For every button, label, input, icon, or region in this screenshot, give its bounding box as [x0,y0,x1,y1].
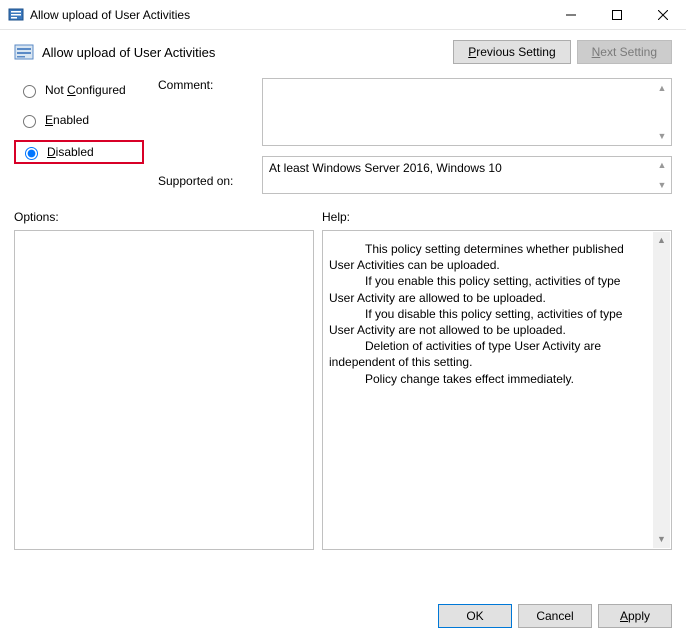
radio-enabled-input[interactable] [23,115,36,128]
minimize-button[interactable] [548,0,594,29]
supported-on-label: Supported on: [158,174,248,188]
cancel-button[interactable]: Cancel [518,604,592,628]
scroll-up-icon[interactable]: ▲ [653,232,670,249]
radio-not-configured[interactable]: Not Configured [14,80,144,100]
maximize-button[interactable] [594,0,640,29]
field-values: ▲ ▼ At least Windows Server 2016, Window… [262,78,672,194]
lower-panels: Options: Help: This policy setting deter… [0,210,686,550]
previous-setting-button[interactable]: Previous Setting [453,40,570,64]
radio-not-configured-input[interactable] [23,85,36,98]
help-panel: This policy setting determines whether p… [322,230,672,550]
help-p3: If you disable this policy setting, acti… [329,306,647,338]
apply-button[interactable]: Apply [598,604,672,628]
radio-enabled-label: Enabled [45,113,89,127]
state-block: Not Configured Enabled Disabled Comment:… [14,78,672,194]
radio-disabled-input[interactable] [25,147,38,160]
scroll-up-icon: ▲ [654,158,670,172]
help-column: Help: This policy setting determines whe… [322,210,672,550]
state-radios: Not Configured Enabled Disabled [14,78,144,194]
window-buttons [548,0,686,29]
window-title: Allow upload of User Activities [30,8,548,22]
scroll-down-icon: ▼ [654,178,670,192]
help-p5: Policy change takes effect immediately. [329,371,647,387]
help-p2: If you enable this policy setting, activ… [329,273,647,305]
next-setting-button: Next Setting [577,40,672,64]
close-button[interactable] [640,0,686,29]
comment-textarea[interactable]: ▲ ▼ [262,78,672,146]
content-area: Allow upload of User Activities Previous… [0,30,686,194]
ok-button[interactable]: OK [438,604,512,628]
options-column: Options: [14,210,314,550]
options-panel [14,230,314,550]
comment-label: Comment: [158,78,248,92]
scrollbar-track[interactable] [653,232,670,548]
radio-disabled[interactable]: Disabled [14,140,144,164]
help-p1: This policy setting determines whether p… [329,241,647,273]
supported-on-field: At least Windows Server 2016, Windows 10… [262,156,672,194]
policy-header: Allow upload of User Activities Previous… [14,40,672,64]
help-label: Help: [322,210,672,224]
policy-icon [14,42,34,62]
radio-disabled-label: Disabled [47,145,94,159]
dialog-footer: OK Cancel Apply [438,604,672,628]
policy-title: Allow upload of User Activities [42,45,453,60]
nav-buttons: Previous Setting Next Setting [453,40,672,64]
titlebar: Allow upload of User Activities [0,0,686,30]
help-p4: Deletion of activities of type User Acti… [329,338,647,370]
radio-not-configured-label: Not Configured [45,83,126,97]
radio-enabled[interactable]: Enabled [14,110,144,130]
field-labels: Comment: Supported on: [158,78,248,194]
scroll-down-icon[interactable]: ▼ [653,531,670,548]
scroll-up-icon[interactable]: ▲ [654,80,670,96]
app-icon [8,7,24,23]
options-label: Options: [14,210,314,224]
supported-on-text: At least Windows Server 2016, Windows 10 [269,161,502,175]
scroll-down-icon[interactable]: ▼ [654,128,670,144]
